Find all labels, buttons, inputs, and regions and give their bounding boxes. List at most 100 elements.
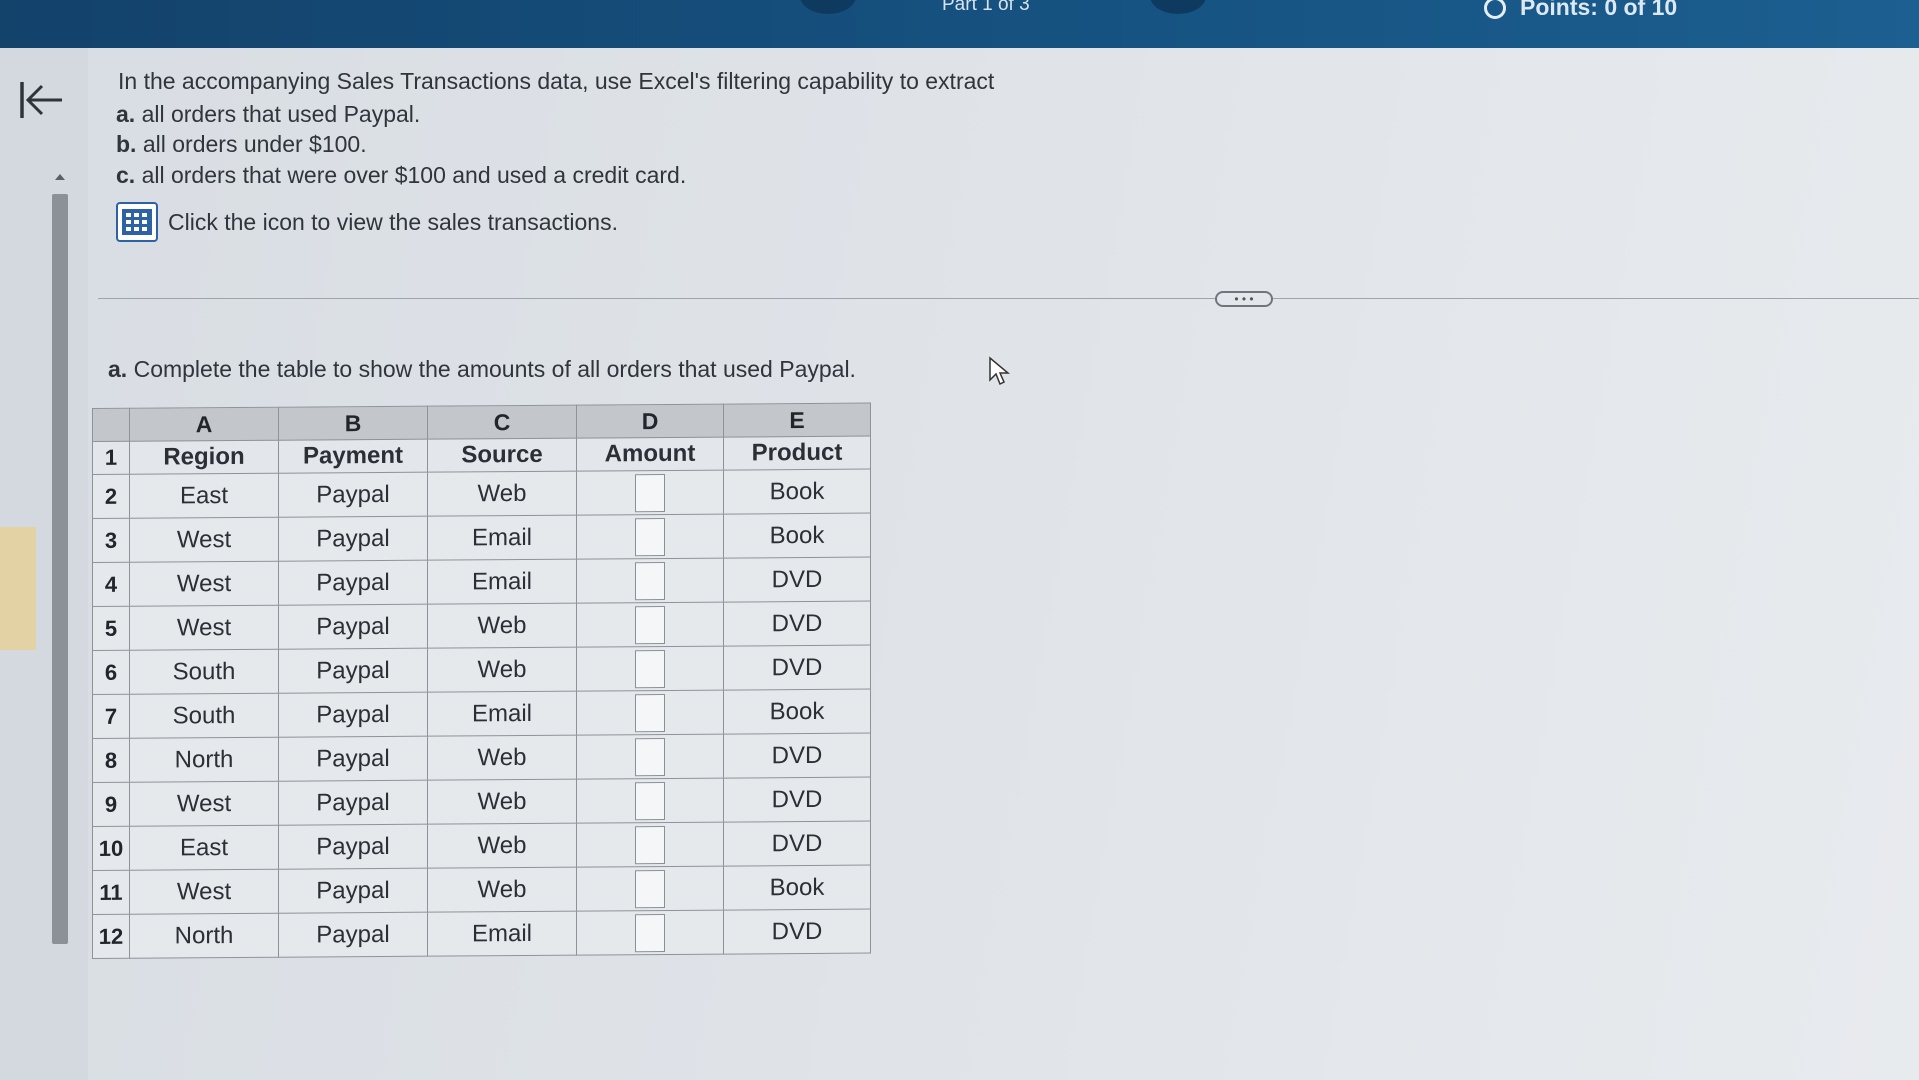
part-text: Complete the table to show the amounts o…: [133, 356, 856, 382]
scrollbar[interactable]: [52, 170, 68, 950]
question-intro: In the accompanying Sales Transactions d…: [118, 68, 995, 94]
points-display: Points: 0 of 10: [1484, 0, 1677, 21]
header-amount: Amount: [576, 437, 724, 472]
scroll-up-icon[interactable]: [52, 170, 68, 184]
cell-region: East: [129, 825, 279, 871]
cell-amount: [576, 602, 724, 648]
item-letter: c.: [116, 162, 136, 188]
cell-region: South: [129, 649, 279, 695]
cell-payment: Paypal: [278, 736, 428, 782]
points-ring-icon: [1484, 0, 1506, 19]
column-letter: A: [129, 407, 279, 442]
question-item-a: a. all orders that used Paypal.: [116, 101, 420, 128]
amount-input[interactable]: [635, 649, 665, 688]
question-item-c: c. all orders that were over $100 and us…: [116, 162, 686, 189]
sales-table: A B C D E 1 Region Payment Source Amount…: [92, 402, 871, 959]
cell-source: Web: [427, 823, 577, 869]
column-letter: B: [278, 406, 428, 441]
table-row: 7 South Paypal Email Book: [92, 689, 871, 739]
cell-source: Web: [427, 471, 577, 517]
cell-payment: Paypal: [278, 824, 428, 870]
row-number: 8: [92, 738, 130, 783]
item-text: all orders under $100.: [142, 131, 367, 157]
column-letter: E: [723, 403, 871, 438]
amount-input[interactable]: [635, 737, 665, 776]
item-text: all orders that used Paypal.: [141, 101, 421, 127]
collapse-left-button[interactable]: [18, 78, 66, 122]
amount-input[interactable]: [635, 473, 665, 512]
cell-amount: [576, 514, 724, 560]
amount-input[interactable]: [635, 517, 665, 556]
cell-payment: Paypal: [278, 912, 428, 958]
cell-amount: [576, 558, 724, 604]
cell-product: DVD: [723, 601, 871, 647]
cell-region: West: [129, 561, 279, 607]
amount-input[interactable]: [635, 561, 665, 600]
cell-amount: [576, 866, 724, 912]
header-payment: Payment: [278, 439, 428, 474]
row-number: 11: [92, 870, 130, 915]
table-row: 4 West Paypal Email DVD: [92, 557, 871, 607]
table-row: 8 North Paypal Web DVD: [92, 733, 871, 783]
view-transactions-text: Click the icon to view the sales transac…: [168, 208, 618, 235]
table-row: 10 East Paypal Web DVD: [92, 821, 871, 871]
cell-payment: Paypal: [278, 868, 428, 914]
amount-input[interactable]: [635, 913, 665, 952]
cell-source: Web: [427, 647, 577, 693]
cell-amount: [576, 910, 724, 956]
header-source: Source: [427, 438, 577, 473]
cell-source: Web: [427, 603, 577, 649]
cell-amount: [576, 734, 724, 780]
cell-product: DVD: [723, 645, 871, 691]
item-letter: a.: [116, 101, 136, 127]
row-number: 7: [92, 694, 130, 739]
cell-amount: [576, 822, 724, 868]
cell-source: Web: [427, 867, 577, 913]
collapse-left-icon: [20, 82, 62, 118]
question-item-b: b. all orders under $100.: [116, 131, 367, 158]
row-number: 3: [92, 518, 130, 563]
column-letter: C: [427, 405, 577, 440]
cell-amount: [576, 646, 724, 692]
spreadsheet-icon: [122, 209, 152, 235]
item-text: all orders that were over $100 and used …: [141, 162, 687, 188]
view-data-button[interactable]: [116, 202, 158, 242]
tab-shape: [1150, 0, 1206, 14]
cell-payment: Paypal: [278, 692, 428, 738]
table-row: 6 South Paypal Web DVD: [92, 645, 871, 695]
cell-region: East: [129, 473, 279, 519]
tab-shape: [800, 0, 856, 14]
cell-amount: [576, 470, 724, 516]
cell-product: DVD: [723, 821, 871, 867]
row-number: 10: [92, 826, 130, 871]
header-row: 1 Region Payment Source Amount Product: [92, 436, 871, 475]
more-options-icon: • • •: [1234, 292, 1254, 306]
cell-source: Web: [427, 735, 577, 781]
amount-input[interactable]: [635, 605, 665, 644]
scrollbar-thumb[interactable]: [52, 194, 68, 944]
top-bar: Part 1 of 3 Points: 0 of 10: [0, 0, 1919, 48]
table-row: 2 East Paypal Web Book: [92, 469, 871, 519]
cell-region: West: [129, 517, 279, 563]
cell-product: Book: [723, 689, 871, 735]
cell-region: West: [129, 781, 279, 827]
cell-source: Email: [427, 691, 577, 737]
cell-product: Book: [723, 469, 871, 515]
amount-input[interactable]: [635, 869, 665, 908]
row-number: 2: [92, 474, 130, 519]
cell-source: Email: [427, 559, 577, 605]
row-number: 5: [92, 606, 130, 651]
table-row: 5 West Paypal Web DVD: [92, 601, 871, 651]
cell-source: Email: [427, 911, 577, 957]
cell-region: North: [129, 737, 279, 783]
cell-product: Book: [723, 513, 871, 559]
part-indicator: Part 1 of 3: [942, 0, 1030, 15]
cell-product: DVD: [723, 777, 871, 823]
amount-input[interactable]: [635, 781, 665, 820]
table-row: 12 North Paypal Email DVD: [92, 909, 871, 959]
amount-input[interactable]: [635, 693, 665, 732]
amount-input[interactable]: [635, 825, 665, 864]
row-number: 1: [92, 441, 130, 475]
cell-payment: Paypal: [278, 604, 428, 650]
more-options-button[interactable]: • • •: [1215, 291, 1273, 307]
